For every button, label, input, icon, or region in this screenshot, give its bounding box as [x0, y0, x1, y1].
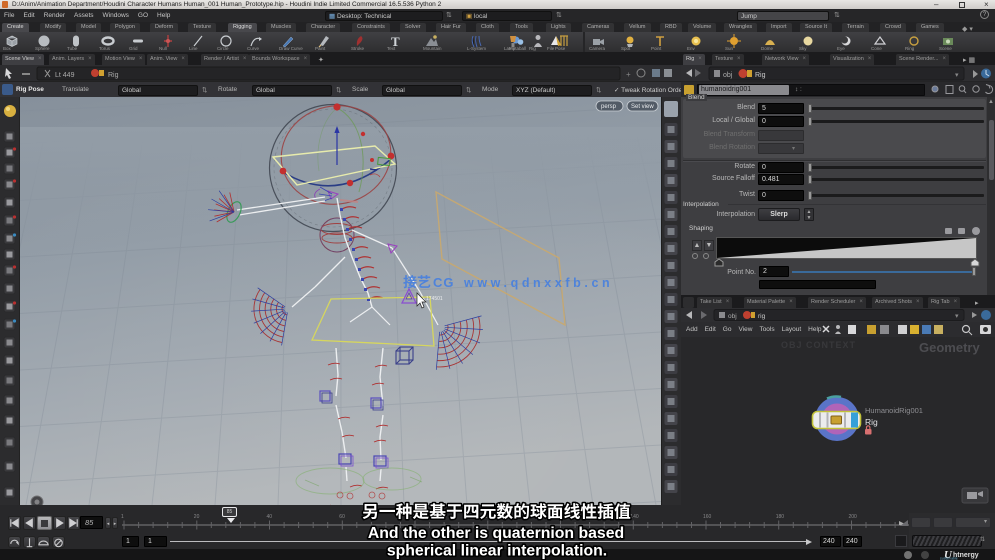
svg-text:Rig: Rig [865, 417, 878, 427]
svg-text:Geometry: Geometry [919, 340, 980, 355]
svg-text:200: 200 [849, 514, 858, 520]
svg-text:174501: 174501 [426, 296, 443, 302]
svg-text:obj: obj [723, 72, 733, 79]
svg-text:sustainable: sustainable [940, 557, 958, 560]
svg-text:100: 100 [485, 514, 494, 520]
svg-text:▾: ▾ [955, 72, 959, 79]
svg-text:CG: CG [433, 275, 455, 290]
svg-text:80: 80 [412, 514, 418, 520]
svg-text:140: 140 [630, 514, 639, 520]
svg-text:120: 120 [558, 514, 567, 520]
svg-text:rig: rig [758, 313, 766, 320]
svg-text:Rig: Rig [108, 72, 119, 79]
svg-text:obj: obj [728, 313, 737, 320]
svg-text:Rig: Rig [755, 72, 766, 79]
svg-text:persp: persp [601, 104, 617, 110]
svg-text:www.qdnxxfb.cn: www.qdnxxfb.cn [463, 276, 613, 290]
svg-text:40: 40 [267, 514, 273, 520]
svg-text:+: + [626, 70, 631, 79]
svg-text:160: 160 [703, 514, 712, 520]
svg-text:Lt 449: Lt 449 [55, 72, 75, 79]
svg-text:1: 1 [121, 514, 124, 520]
svg-text:▾: ▾ [955, 313, 959, 320]
svg-text:20: 20 [194, 514, 200, 520]
svg-text:60: 60 [339, 514, 345, 520]
svg-text:HumanoidRig001: HumanoidRig001 [865, 406, 923, 415]
svg-text:OBJ CONTEXT: OBJ CONTEXT [781, 340, 856, 350]
svg-text:180: 180 [776, 514, 785, 520]
